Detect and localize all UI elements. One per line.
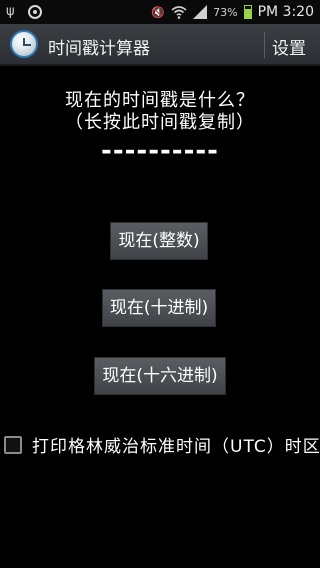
now-decimal-button[interactable]: 现在(十进制)	[102, 289, 216, 327]
timestamp-value[interactable]: ----------	[0, 136, 320, 166]
battery-percent: 73%	[213, 5, 238, 19]
screen: ψ 🔇 73% PM 3:20 时间戳计算器 设置 现在的时间戳是什么？ （长按…	[0, 0, 320, 568]
utc-checkbox[interactable]	[4, 435, 22, 454]
clock-icon	[10, 30, 38, 58]
settings-button[interactable]: 设置	[272, 34, 306, 59]
action-bar: 时间戳计算器 设置	[0, 24, 320, 66]
mute-icon: 🔇	[151, 5, 166, 19]
usb-icon: ψ	[6, 4, 15, 19]
app-notification-icon	[28, 5, 42, 19]
now-hex-button[interactable]: 现在(十六进制)	[94, 357, 226, 395]
utc-option-row[interactable]: 打印格林威治标准时间（UTC）时区	[4, 432, 320, 457]
utc-checkbox-label: 打印格林威治标准时间（UTC）时区	[32, 437, 320, 457]
app-title: 时间戳计算器	[48, 39, 150, 59]
status-bar-right: 🔇 73% PM 3:20	[145, 4, 320, 20]
clock-time: PM 3:20	[257, 4, 314, 20]
signal-icon	[193, 5, 208, 19]
battery-icon	[243, 5, 252, 19]
status-bar: ψ 🔇 73% PM 3:20	[0, 0, 320, 24]
wifi-icon	[171, 6, 187, 19]
now-integer-button[interactable]: 现在(整数)	[110, 222, 208, 260]
status-bar-left: ψ	[0, 4, 48, 20]
copy-hint: （长按此时间戳复制）	[65, 112, 255, 133]
action-bar-divider	[264, 32, 265, 58]
